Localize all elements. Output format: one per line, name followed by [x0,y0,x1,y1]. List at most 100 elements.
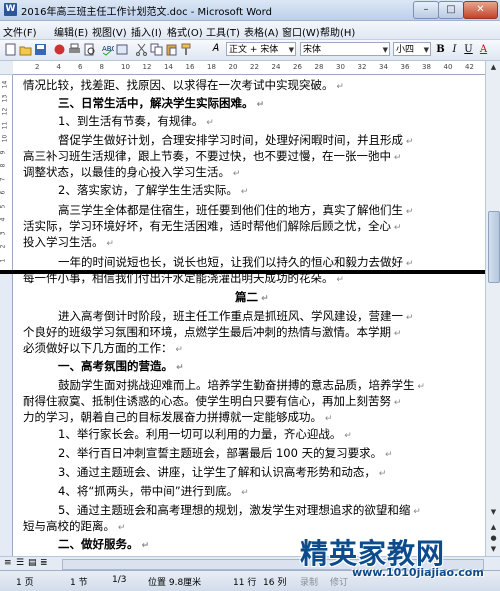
paragraph-mark-icon: ↵ [333,275,344,285]
menu-format[interactable]: 格式(O) [167,24,203,39]
status-record[interactable]: 录制 [300,575,318,588]
ruler-number: 22 [250,63,259,71]
menu-edit[interactable]: 编辑(E) [54,24,88,39]
paragraph-mark-icon: ↵ [375,469,387,479]
menu-window[interactable]: 窗口(W) [282,24,320,39]
line-text: 高三补习班生活规律，跟上节奏，不要过快，也不要过慢，在一张一弛中 [23,149,391,163]
document-line: 调整状态，以最佳的身心投入学习生活。 ↵ [23,164,485,182]
line-text: 二、做好服务。 [58,537,139,551]
line-text: 耐得住寂寞、抵制住诱惑的心态。使学生明白只要有信心，再加上刻苦努 [23,394,391,408]
bold-button[interactable]: B [434,43,447,57]
vertical-ruler-number: 4 [0,217,7,222]
paragraph-mark-icon: ↵ [391,223,402,233]
ruler-number: 24 [271,63,281,71]
window-split-bar[interactable] [0,270,485,274]
line-text: 活实际，学习环境好坏，有无生活困难，适时帮他们解除后顾之忧，全心 [23,219,391,233]
paragraph-mark-icon: ↵ [230,169,241,179]
paragraph-mark-icon: ↵ [115,523,126,533]
horizontal-ruler[interactable]: 2 4 6 8 10 12 14 16 18 20 22 24 26 28 30 32 34 36 38 40 42 [13,61,485,75]
paragraph-mark-icon: ↵ [341,431,352,441]
line-text: 力的学习，朝着自己的目标发展奋力拼搏就一定能够成功。 [23,410,322,424]
paragraph-mark-icon: ↵ [333,82,344,92]
close-button[interactable]: ✕ [463,1,498,19]
menu-tools[interactable]: 工具(T) [206,24,240,39]
document-line: 投入学习生活。 ↵ [23,234,485,252]
menu-help[interactable]: 帮助(H) [320,24,355,39]
save-icon[interactable] [34,43,47,56]
outline-view-icon[interactable]: ≣ [40,558,48,568]
menu-table[interactable]: 表格(A) [244,24,279,39]
document-line: 2、举行百日冲刺宣誓主题班会，部署最后 100 天的复习要求。 ↵ [58,445,485,463]
spelling-icon[interactable]: ABC [101,43,114,56]
ruler-number: 32 [357,63,367,71]
permission-icon[interactable] [53,43,66,56]
italic-button[interactable]: I [448,43,461,57]
paragraph-mark-icon: ↵ [203,118,214,128]
copy-icon[interactable] [150,43,163,56]
new-document-icon[interactable] [4,43,17,56]
status-page-count: 1/3 [112,575,127,585]
minimize-button[interactable]: – [413,1,439,19]
normal-view-icon[interactable]: ≡ [4,558,12,568]
underline-button[interactable]: U [462,43,475,57]
ruler-number: 38 [422,63,431,71]
maximize-button[interactable]: □ [438,1,464,19]
vertical-ruler-number: 2 [0,244,7,249]
window-title: 2016年高三班主任工作计划范文.doc - Microsoft Word [21,7,272,18]
paragraph-mark-icon: ↵ [322,414,333,424]
next-page-icon[interactable]: ▼ [486,543,500,555]
vertical-scrollbar[interactable]: ▲ ▼ ▲ ● ▼ [485,61,500,556]
page-view-icon[interactable]: ▤ [28,558,37,568]
line-text: 3、通过主题班会、讲座，让学生了解和认识高考形势和动态， [58,465,376,479]
word-app-icon[interactable]: W [4,3,17,16]
line-text: 篇二 [235,290,258,304]
styles-pane-icon[interactable]: 𝐴 [212,43,219,54]
toolbar: ABC 𝐴 正文 + 宋体 ▼ 宋体 ▼ 小四 ▼ B I U A [0,40,500,61]
tab-selector[interactable] [0,61,14,74]
style-dropdown[interactable]: 正文 + 宋体 ▼ [226,42,296,56]
font-color-button[interactable]: A [477,43,490,57]
menu-file[interactable]: 文件(F) [3,24,37,39]
line-text: 高三学生全体都是住宿生，班任要到他们住的地方，真实了解他们生 [58,203,403,217]
print-icon[interactable] [68,43,81,56]
ruler-number: 16 [185,63,195,71]
cut-icon[interactable] [135,43,148,56]
status-position: 位置 9.8厘米 [148,578,202,588]
line-text: 2、举行百日冲刺宣誓主题班会，部署最后 100 天的复习要求。 [58,446,383,460]
ruler-number: 18 [207,63,216,71]
scroll-up-icon[interactable]: ▲ [486,61,500,73]
document-line: 1、到生活有节奏，有规律。 ↵ [58,113,485,131]
open-folder-icon[interactable] [19,43,32,56]
paragraph-mark-icon: ↵ [138,541,150,551]
vertical-ruler[interactable]: 14 13 12 11 10 9 8 7 6 5 4 3 2 1 [0,75,13,270]
web-view-icon[interactable]: ☰ [16,558,24,568]
format-painter-icon[interactable] [180,43,193,56]
ruler-number: 40 [443,63,453,71]
ruler-number: 12 [142,63,152,71]
menu-view[interactable]: 视图(V) [92,24,127,39]
svg-text:ABC: ABC [102,45,114,53]
document-heading: 一、高考氛围的营造。 ↵ [58,358,485,376]
paragraph-mark-icon: ↵ [238,488,249,498]
paragraph-mark-icon: ↵ [172,345,183,355]
paragraph-mark-icon: ↵ [253,100,265,110]
vertical-ruler-number: 10 [1,134,9,143]
scroll-down-icon[interactable]: ▼ [486,506,500,518]
ruler-number: 36 [400,63,410,71]
document-pane[interactable]: 情况比较，找差距、找原因、以求得在一次考试中实现突破。 ↵ 三、日常生活中，解决学… [13,75,485,556]
title-bar: W 2016年高三班主任工作计划范文.doc - Microsoft Word … [0,0,500,21]
font-dropdown[interactable]: 宋体 ▼ [300,42,390,56]
vertical-ruler-number: 14 [1,80,9,89]
status-track-changes[interactable]: 修订 [330,575,348,588]
paste-icon[interactable] [165,43,178,56]
ruler-number: 20 [228,63,238,71]
ruler-number: 2 [35,63,40,71]
vertical-ruler-number: 3 [0,231,7,235]
document-line: 必须做好以下几方面的工作： ↵ [23,340,485,358]
paragraph-mark-icon: ↵ [403,207,414,217]
menu-insert[interactable]: 插入(I) [131,24,162,39]
research-icon[interactable] [116,43,129,56]
print-preview-icon[interactable] [83,43,96,56]
font-size-dropdown[interactable]: 小四 ▼ [393,42,431,56]
scroll-thumb[interactable] [488,211,500,283]
